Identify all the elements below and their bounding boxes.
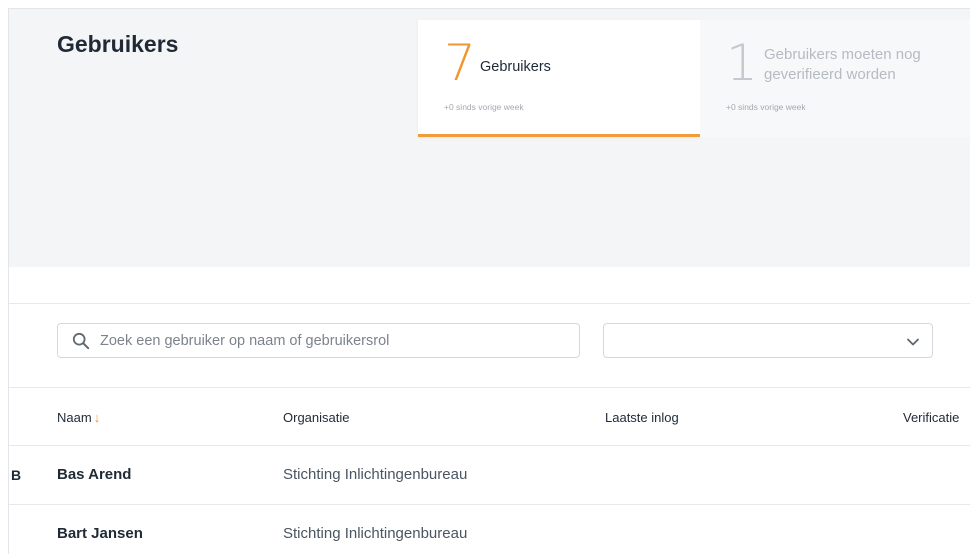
user-organisation: Stichting Inlichtingenbureau [283, 466, 468, 483]
chevron-down-icon [907, 338, 919, 346]
sort-arrow-icon: ↓ [93, 410, 101, 425]
stat-number: 1 [726, 34, 758, 92]
stat-label: Gebruikers moeten nog geverifieerd worde… [764, 46, 921, 83]
column-header-label: Naam [57, 410, 92, 425]
divider [9, 387, 970, 388]
page-title: Gebruikers [57, 31, 179, 57]
search-icon [72, 332, 90, 349]
stat-card-unverified[interactable]: 1 Gebruikers moeten nog geverifieerd wor… [700, 20, 970, 137]
user-name[interactable]: Bart Jansen [57, 525, 143, 542]
role-filter-dropdown[interactable] [603, 323, 933, 358]
divider [9, 504, 970, 505]
column-header-organisatie[interactable]: Organisatie [283, 410, 349, 425]
stat-label: Gebruikers [480, 59, 551, 75]
column-header-naam[interactable]: Naam ↓ [57, 410, 100, 425]
column-header-laatste-inlog[interactable]: Laatste inlog [605, 410, 679, 425]
divider [9, 303, 970, 304]
row-initial: B [11, 467, 22, 483]
divider [9, 445, 970, 446]
stat-subtext: +0 sinds vorige week [726, 102, 806, 112]
user-name[interactable]: Bas Arend [57, 466, 131, 483]
column-header-label: Organisatie [283, 410, 350, 425]
column-header-label: Laatste inlog [605, 410, 679, 425]
user-organisation: Stichting Inlichtingenbureau [283, 525, 468, 542]
stat-card-users[interactable]: 7 Gebruikers +0 sinds vorige week [418, 20, 700, 137]
search-box[interactable] [57, 323, 580, 358]
column-header-label: Verificatie [903, 410, 960, 425]
stat-number: 7 [444, 34, 476, 92]
header-panel: Gebruikers 7 Gebruikers +0 sinds vorige … [9, 9, 970, 267]
stat-subtext: +0 sinds vorige week [444, 102, 524, 112]
search-input[interactable] [100, 324, 579, 357]
column-header-verificatie[interactable]: Verificatie [903, 410, 959, 425]
app-frame: Gebruikers 7 Gebruikers +0 sinds vorige … [8, 8, 970, 554]
